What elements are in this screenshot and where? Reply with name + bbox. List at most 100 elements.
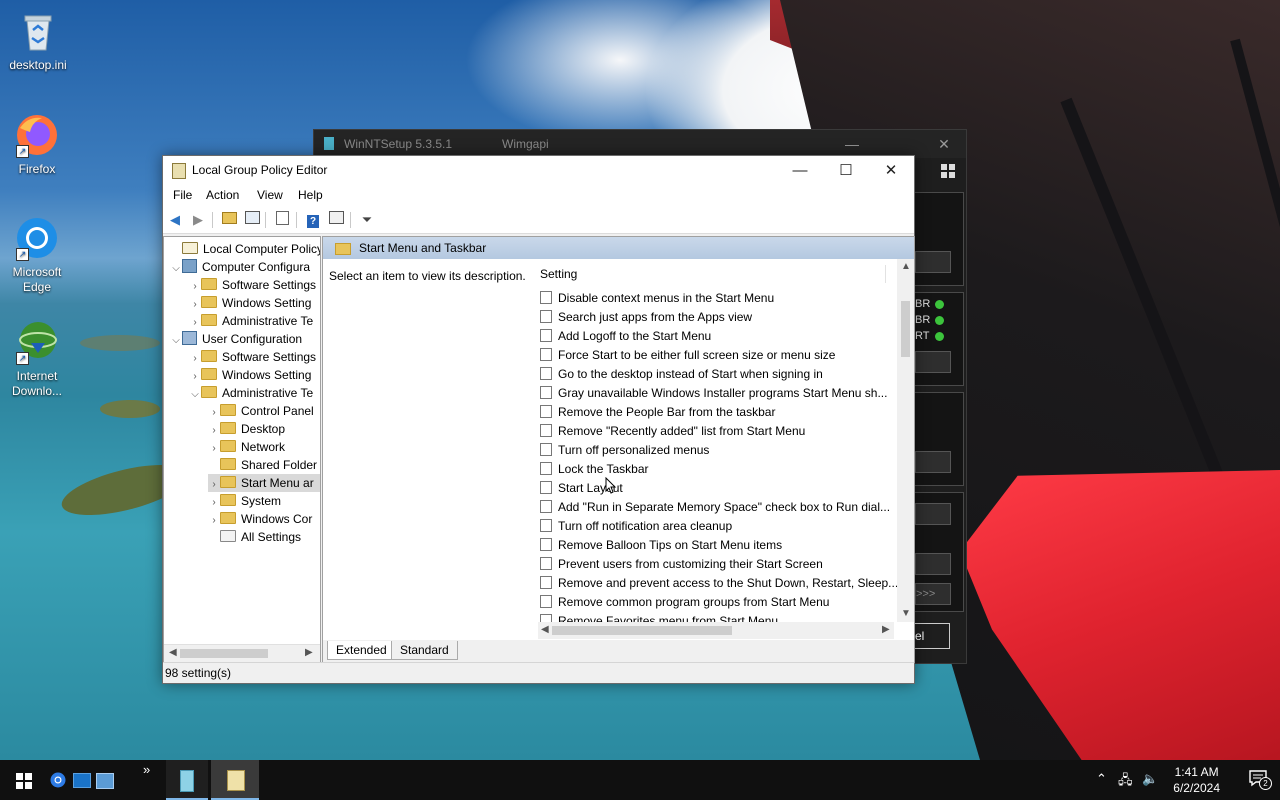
setting-row[interactable]: Force Start to be either full screen siz… <box>540 346 835 365</box>
chrome-taskbar-icon[interactable] <box>50 760 68 800</box>
tree-node[interactable]: › Network <box>208 438 285 456</box>
tree-node[interactable]: › Software Settings <box>189 348 316 366</box>
tab-standard[interactable]: Standard <box>391 641 458 660</box>
gpedit-taskbar-button[interactable] <box>211 760 259 800</box>
system-clock[interactable]: 1:41 AM 6/2/2024 <box>1173 764 1220 796</box>
volume-muted-icon[interactable]: 🔈 <box>1142 771 1158 787</box>
help-icon[interactable]: ? <box>304 211 322 229</box>
setting-row[interactable]: Add "Run in Separate Memory Space" check… <box>540 498 890 517</box>
export-list-icon[interactable] <box>273 211 291 229</box>
settings-pane[interactable]: Start Menu and Taskbar Select an item to… <box>322 236 915 663</box>
tree-node[interactable]: › Windows Setting <box>189 294 311 312</box>
scroll-left-arrow-icon[interactable]: ◀ <box>169 647 177 658</box>
tree-node[interactable]: › Start Menu ar <box>208 474 320 492</box>
tree-node[interactable]: › Software Settings <box>189 276 316 294</box>
outlook-taskbar-icon[interactable] <box>73 760 91 800</box>
setting-row[interactable]: Remove the People Bar from the taskbar <box>540 403 775 422</box>
setting-row[interactable]: Lock the Taskbar <box>540 460 649 479</box>
vertical-scrollbar[interactable]: ▲ ▼ <box>897 259 914 622</box>
more-button[interactable]: >>> <box>915 583 951 605</box>
back-arrow-icon[interactable]: ◀ <box>166 211 184 229</box>
tree-node[interactable]: › Administrative Te <box>189 312 313 330</box>
setting-row[interactable]: Gray unavailable Windows Installer progr… <box>540 384 887 403</box>
setting-row[interactable]: Remove common program groups from Start … <box>540 593 829 612</box>
collapse-arrow-icon[interactable]: ⌵ <box>189 386 201 404</box>
setting-row[interactable]: Turn off personalized menus <box>540 441 709 460</box>
scroll-right-arrow-icon[interactable]: ▶ <box>305 647 313 658</box>
minimize-button[interactable]: — <box>777 156 823 185</box>
menu-help[interactable]: Help <box>298 188 323 202</box>
setting-row[interactable]: Remove and prevent access to the Shut Do… <box>540 574 898 593</box>
setting-row[interactable]: Prevent users from customizing their Sta… <box>540 555 823 574</box>
setting-row[interactable]: Search just apps from the Apps view <box>540 308 752 327</box>
window-subtitle: Wimgapi <box>502 137 549 151</box>
action-center-icon[interactable]: 2 <box>1248 768 1272 790</box>
tree-node[interactable]: Local Computer Policy <box>170 240 321 258</box>
tree-node-label: Local Computer Policy <box>203 242 321 256</box>
collapse-arrow-icon[interactable]: ⌵ <box>170 332 182 350</box>
tree-node[interactable]: All Settings <box>208 528 301 546</box>
tree-node[interactable]: › Windows Cor <box>208 510 312 528</box>
explorer-taskbar-icon[interactable] <box>96 760 114 800</box>
setting-row[interactable]: Disable context menus in the Start Menu <box>540 289 774 308</box>
scroll-thumb[interactable] <box>180 649 268 658</box>
titlebar[interactable]: Local Group Policy Editor — ☐ ✕ <box>163 156 914 185</box>
scroll-up-arrow-icon[interactable]: ▲ <box>901 261 911 272</box>
desktop-icon-idm[interactable]: ↗ Internet Downlo... <box>0 319 75 399</box>
properties-icon[interactable] <box>327 211 345 229</box>
scroll-thumb[interactable] <box>901 301 910 357</box>
column-divider[interactable] <box>885 265 886 283</box>
menu-view[interactable]: View <box>257 188 283 202</box>
scroll-thumb[interactable] <box>552 626 732 635</box>
tree-node[interactable]: › Control Panel <box>208 402 314 420</box>
path-field[interactable] <box>915 351 951 373</box>
show-hide-tree-icon[interactable] <box>243 211 261 229</box>
setting-row[interactable]: Remove Balloon Tips on Start Menu items <box>540 536 782 555</box>
dropdown-field[interactable] <box>915 503 951 525</box>
tree-node[interactable]: ⌵ Computer Configura <box>170 258 310 276</box>
winntsetup-titlebar[interactable]: WinNTSetup 5.3.5.1 Wimgapi — ✕ <box>314 130 966 158</box>
forward-arrow-icon[interactable]: ▶ <box>189 211 207 229</box>
tree-node[interactable]: ⌵ User Configuration <box>170 330 302 348</box>
scroll-down-arrow-icon[interactable]: ▼ <box>901 608 911 619</box>
tab-extended[interactable]: Extended <box>327 641 396 660</box>
minimize-icon[interactable]: — <box>832 130 872 158</box>
scroll-left-arrow-icon[interactable]: ◀ <box>541 624 549 635</box>
menu-action[interactable]: Action <box>206 188 239 202</box>
network-icon[interactable]: 🖧 <box>1118 771 1133 793</box>
tree-node[interactable]: › Windows Setting <box>189 366 311 384</box>
path-field[interactable] <box>915 251 951 273</box>
desktop-icon-desktop-ini[interactable]: desktop.ini <box>0 8 76 73</box>
navigation-tree[interactable]: Local Computer Policy ⌵ Computer Configura… <box>163 236 321 663</box>
menu-file[interactable]: File <box>173 188 192 202</box>
up-folder-icon[interactable] <box>220 211 238 229</box>
tree-horizontal-scrollbar[interactable]: ◀ ▶ <box>164 644 320 662</box>
setting-row[interactable]: Remove "Recently added" list from Start … <box>540 422 805 441</box>
cancel-button[interactable]: el <box>914 623 950 649</box>
dropdown-field[interactable] <box>915 553 951 575</box>
desktop-icon-firefox[interactable]: ↗ Firefox <box>0 112 75 177</box>
close-button[interactable]: ✕ <box>868 156 914 185</box>
tree-node[interactable]: › Desktop <box>208 420 285 438</box>
collapse-arrow-icon[interactable]: ⌵ <box>170 260 182 278</box>
filter-icon[interactable]: ⏷ <box>358 211 376 229</box>
winntsetup-taskbar-button[interactable] <box>166 760 208 800</box>
maximize-button[interactable]: ☐ <box>823 156 869 185</box>
start-button[interactable] <box>0 760 46 800</box>
tree-node[interactable]: ⌵ Administrative Te <box>189 384 313 402</box>
setting-row[interactable]: Go to the desktop instead of Start when … <box>540 365 823 384</box>
setting-row[interactable]: Turn off notification area cleanup <box>540 517 732 536</box>
setting-row[interactable]: Add Logoff to the Start Menu <box>540 327 711 346</box>
show-hidden-icons-chevron-icon[interactable]: ⌃ <box>1096 771 1107 787</box>
toolbar-separator <box>296 212 297 228</box>
close-icon[interactable]: ✕ <box>924 130 964 158</box>
group-policy-editor-window[interactable]: Local Group Policy Editor — ☐ ✕ File Act… <box>162 155 915 684</box>
column-header-setting[interactable]: Setting <box>540 267 577 281</box>
path-field[interactable] <box>915 451 951 473</box>
horizontal-scrollbar[interactable]: ◀ ▶ <box>538 622 894 639</box>
tree-node[interactable]: Shared Folder <box>208 456 317 474</box>
tree-node[interactable]: › System <box>208 492 281 510</box>
scroll-right-arrow-icon[interactable]: ▶ <box>882 624 890 635</box>
taskbar-overflow-chevron[interactable]: » <box>143 760 155 800</box>
desktop-icon-edge[interactable]: ↗ Microsoft Edge <box>0 215 75 295</box>
